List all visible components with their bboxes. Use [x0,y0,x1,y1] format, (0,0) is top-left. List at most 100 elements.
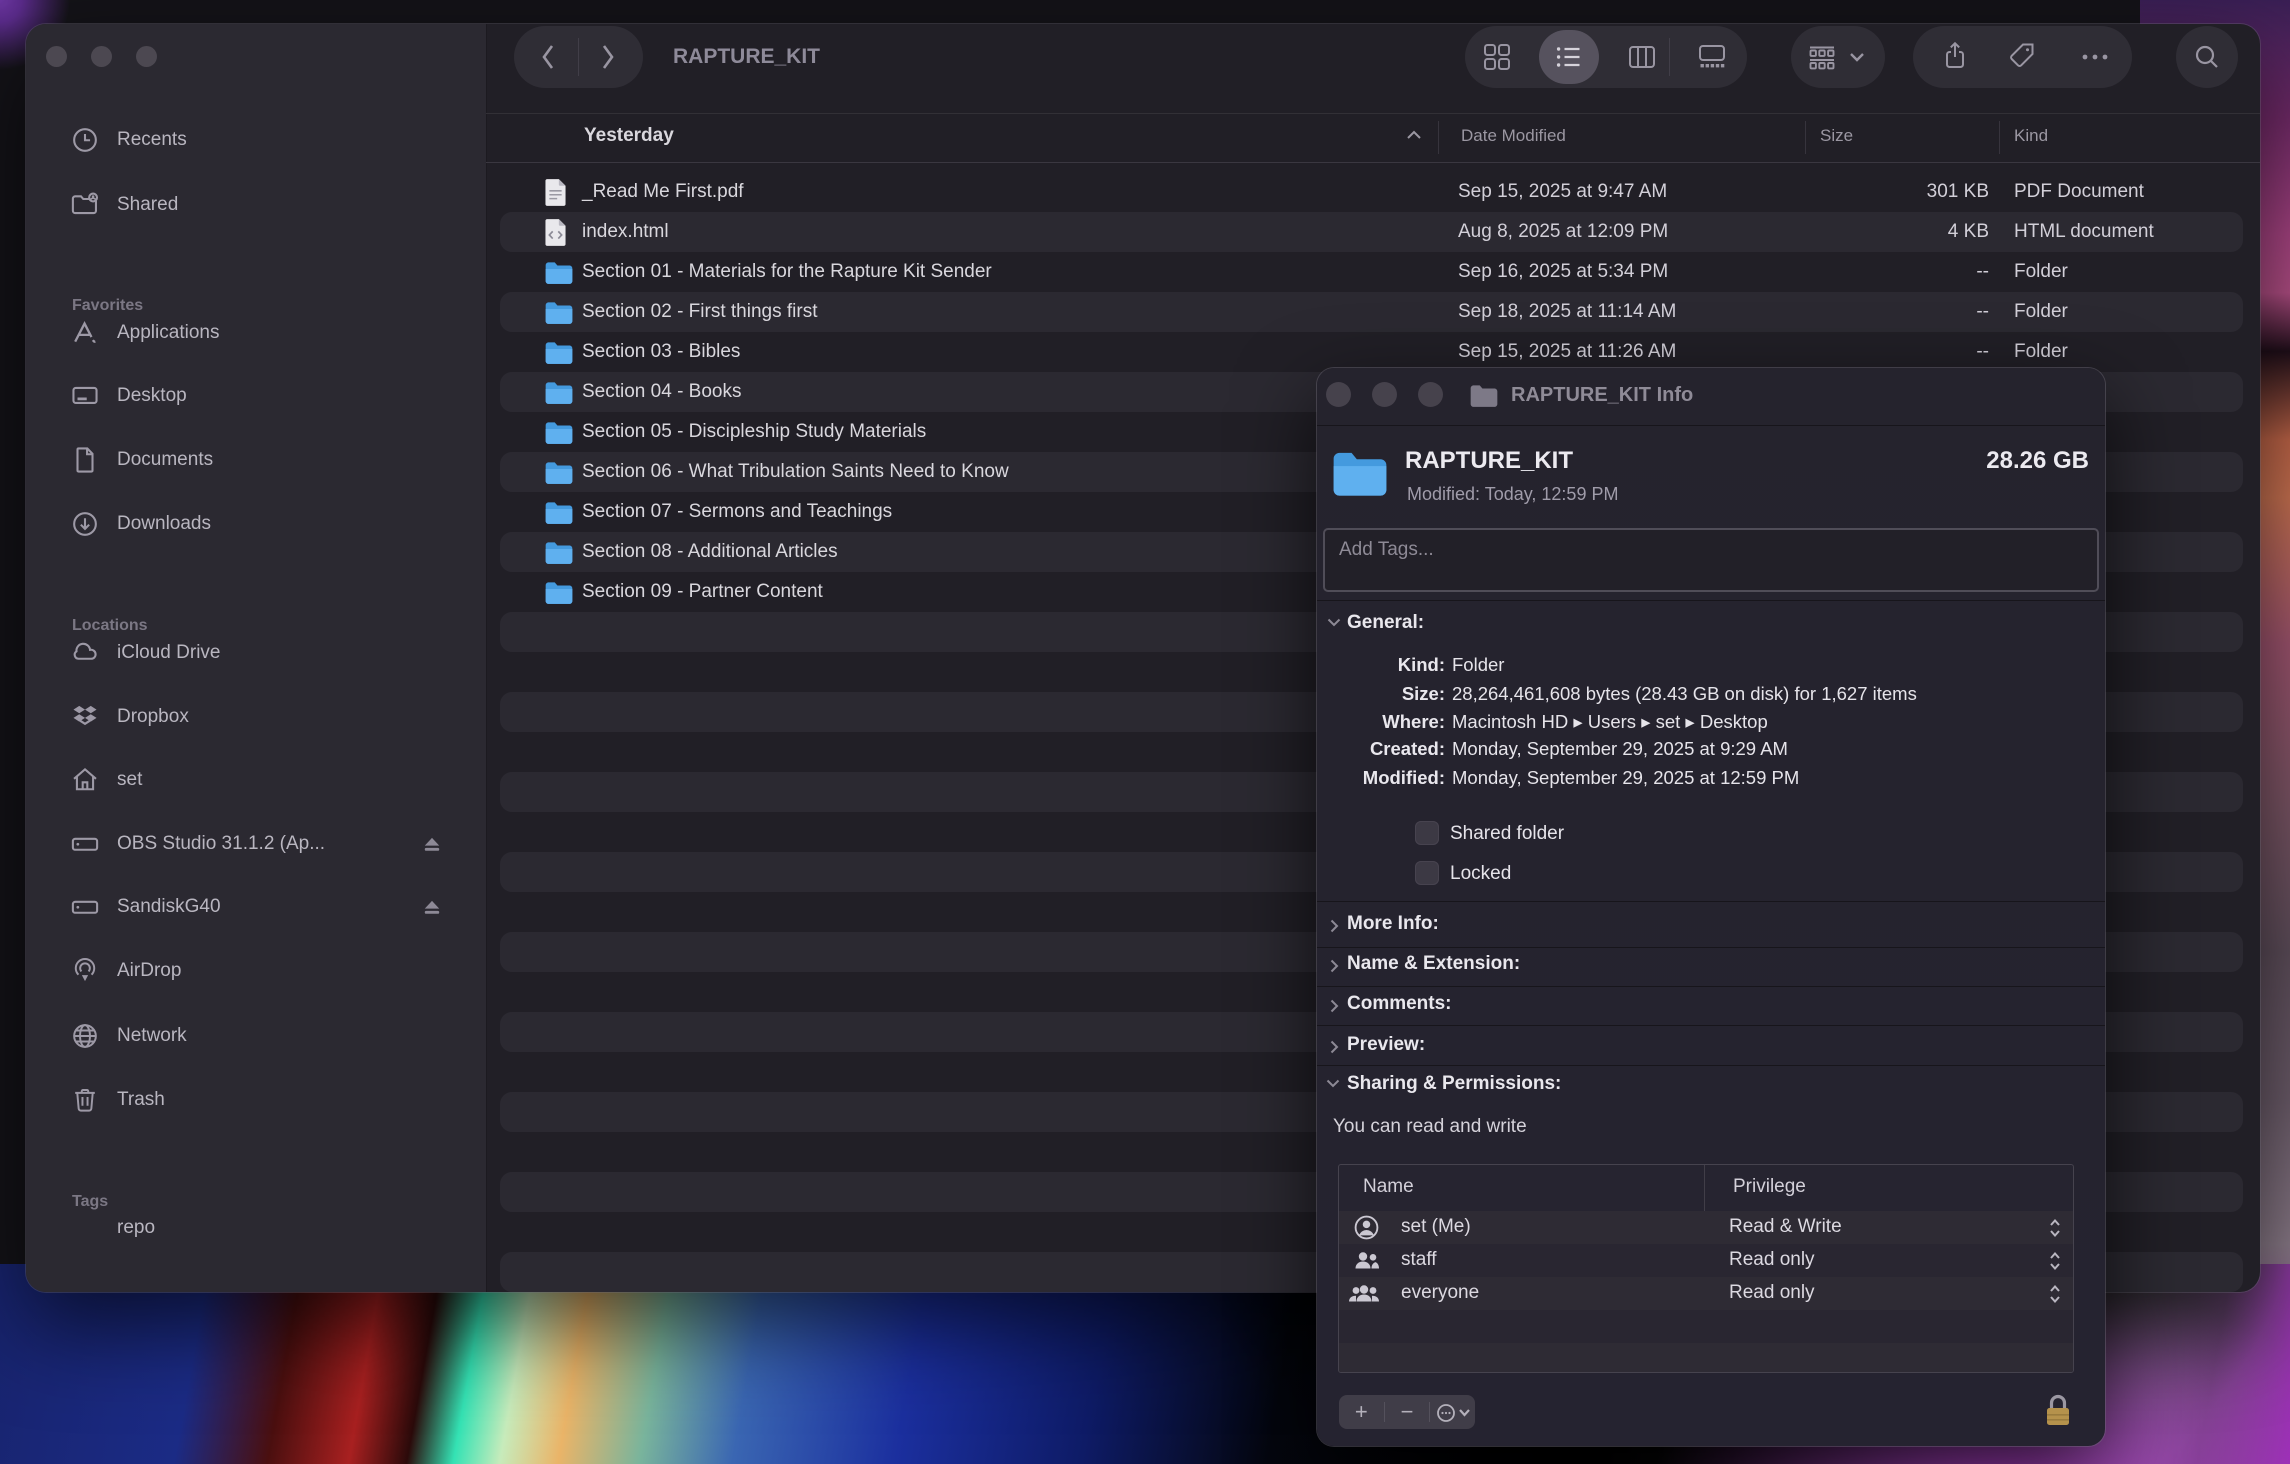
gallery-view-button[interactable] [1697,42,1727,72]
chevron-right-icon[interactable] [1330,919,1339,933]
sidebar-item-downloads[interactable]: Downloads [54,502,466,546]
list-view-button[interactable] [1554,42,1584,72]
sidebar-item-tag-repo[interactable]: repo [54,1206,466,1250]
sidebar-item-desktop[interactable]: Desktop [54,374,466,418]
sidebar-item-network[interactable]: Network [54,1014,466,1058]
info-window-title: RAPTURE_KIT Info [1511,384,1693,407]
file-row[interactable]: Section 01 - Materials for the Rapture K… [500,252,2243,292]
preview-section[interactable]: Preview: [1347,1034,1425,1056]
group-by-control[interactable] [1791,26,1885,88]
add-user-button[interactable]: + [1339,1396,1384,1428]
share-icon[interactable] [1940,41,1970,71]
permission-privilege[interactable]: Read only [1729,1249,1815,1271]
lock-icon[interactable] [2045,1390,2071,1430]
actions-menu-button[interactable] [1430,1396,1475,1428]
remove-user-button[interactable]: − [1385,1396,1430,1428]
chevron-down-icon[interactable] [1326,1079,1340,1088]
stepper-icon[interactable] [2049,1283,2061,1305]
file-row[interactable]: Section 03 - Bibles Sep 15, 2025 at 11:2… [500,332,2243,372]
sidebar-item-trash[interactable]: Trash [54,1078,466,1122]
folder-icon [544,301,574,325]
chevron-down-icon[interactable] [1327,618,1341,627]
eject-icon[interactable] [422,835,442,853]
minimize-button[interactable] [1372,382,1397,407]
permission-row[interactable]: staff Read only [1339,1244,2073,1277]
shared-folder-checkbox[interactable] [1415,821,1439,845]
sidebar-item-label: Dropbox [117,706,189,728]
permission-row[interactable]: everyone Read only [1339,1277,2073,1310]
view-switcher [1465,26,1747,88]
sidebar-item-sandiskg40[interactable]: SandiskG40 [54,885,466,929]
sidebar-item-documents[interactable]: Documents [54,438,466,482]
search-button[interactable] [2176,26,2238,88]
name-extension-section[interactable]: Name & Extension: [1347,953,1520,975]
eject-icon[interactable] [422,898,442,916]
file-row[interactable]: Section 02 - First things first Sep 18, … [500,292,2243,332]
forward-button[interactable] [600,43,616,71]
sidebar-item-label: Desktop [117,385,187,407]
sidebar-item-recents[interactable]: Recents [54,118,466,162]
chevron-right-icon[interactable] [1330,999,1339,1013]
column-header-kind[interactable]: Kind [2014,126,2048,146]
more-info-section[interactable]: More Info: [1347,913,1439,935]
cloud-icon [70,638,100,668]
file-row[interactable]: _Read Me First.pdf Sep 15, 2025 at 9:47 … [500,172,2243,212]
file-name: Section 08 - Additional Articles [582,541,838,563]
sidebar-item-label: Documents [117,449,213,471]
column-header-date[interactable]: Date Modified [1461,126,1566,146]
add-tags-input[interactable]: Add Tags... [1323,528,2099,592]
pdf-file-icon [544,178,567,207]
permission-name: staff [1401,1249,1437,1271]
close-button[interactable] [46,46,67,67]
comments-section[interactable]: Comments: [1347,993,1452,1015]
permission-row[interactable]: set (Me) Read & Write [1339,1211,2073,1244]
stepper-icon[interactable] [2049,1217,2061,1239]
divider [1317,986,2105,987]
divider [1317,600,2105,601]
sort-caret-icon[interactable] [1406,130,1422,140]
column-header-size[interactable]: Size [1820,126,1853,146]
nav-button-group [514,26,643,88]
item-size: 28.26 GB [1986,447,2089,475]
two-people-icon [1353,1247,1381,1274]
sidebar-item-airdrop[interactable]: AirDrop [54,949,466,993]
sidebar-item-shared[interactable]: Shared [54,183,466,227]
applications-icon [70,318,100,348]
document-icon [70,445,100,475]
file-row[interactable]: index.html Aug 8, 2025 at 12:09 PM 4 KB … [500,212,2243,252]
info-titlebar[interactable]: RAPTURE_KIT Info [1317,368,2105,426]
sharing-permissions-section[interactable]: Sharing & Permissions: [1347,1073,1561,1095]
sidebar-item-home-set[interactable]: set [54,758,466,802]
window-title: RAPTURE_KIT [673,45,820,69]
more-options-icon[interactable] [2080,52,2110,62]
downloads-icon [70,509,100,539]
get-info-window: RAPTURE_KIT Info RAPTURE_KIT 28.26 GB Mo… [1317,368,2105,1446]
column-view-button[interactable] [1627,42,1657,72]
chevron-right-icon[interactable] [1330,959,1339,973]
zoom-button[interactable] [136,46,157,67]
globe-icon [70,1021,100,1051]
sidebar-item-label: set [117,769,142,791]
close-button[interactable] [1326,382,1351,407]
sidebar-item-dropbox[interactable]: Dropbox [54,695,466,739]
sidebar-item-applications[interactable]: Applications [54,311,466,355]
sidebar-item-label: Trash [117,1089,165,1111]
permissions-table: Name Privilege set (Me) Read & Write sta… [1338,1164,2074,1373]
tag-icon[interactable] [2007,41,2037,71]
chevron-right-icon[interactable] [1330,1040,1339,1054]
back-button[interactable] [540,43,556,71]
zoom-button[interactable] [1418,382,1443,407]
permission-privilege[interactable]: Read only [1729,1282,1815,1304]
permission-privilege[interactable]: Read & Write [1729,1216,1842,1238]
icon-view-button[interactable] [1482,42,1512,72]
sidebar-item-obs-volume[interactable]: OBS Studio 31.1.2 (Ap... [54,822,466,866]
list-header-row: Yesterday Date Modified Size Kind [486,113,2260,163]
general-section-header[interactable]: General: [1347,612,1424,634]
stepper-icon[interactable] [2049,1250,2061,1272]
file-size: 4 KB [1840,221,1989,243]
checkbox-label: Shared folder [1450,823,1564,845]
sidebar-item-icloud-drive[interactable]: iCloud Drive [54,631,466,675]
minimize-button[interactable] [91,46,112,67]
group-by-icon [1807,42,1837,72]
locked-checkbox[interactable] [1415,861,1439,885]
